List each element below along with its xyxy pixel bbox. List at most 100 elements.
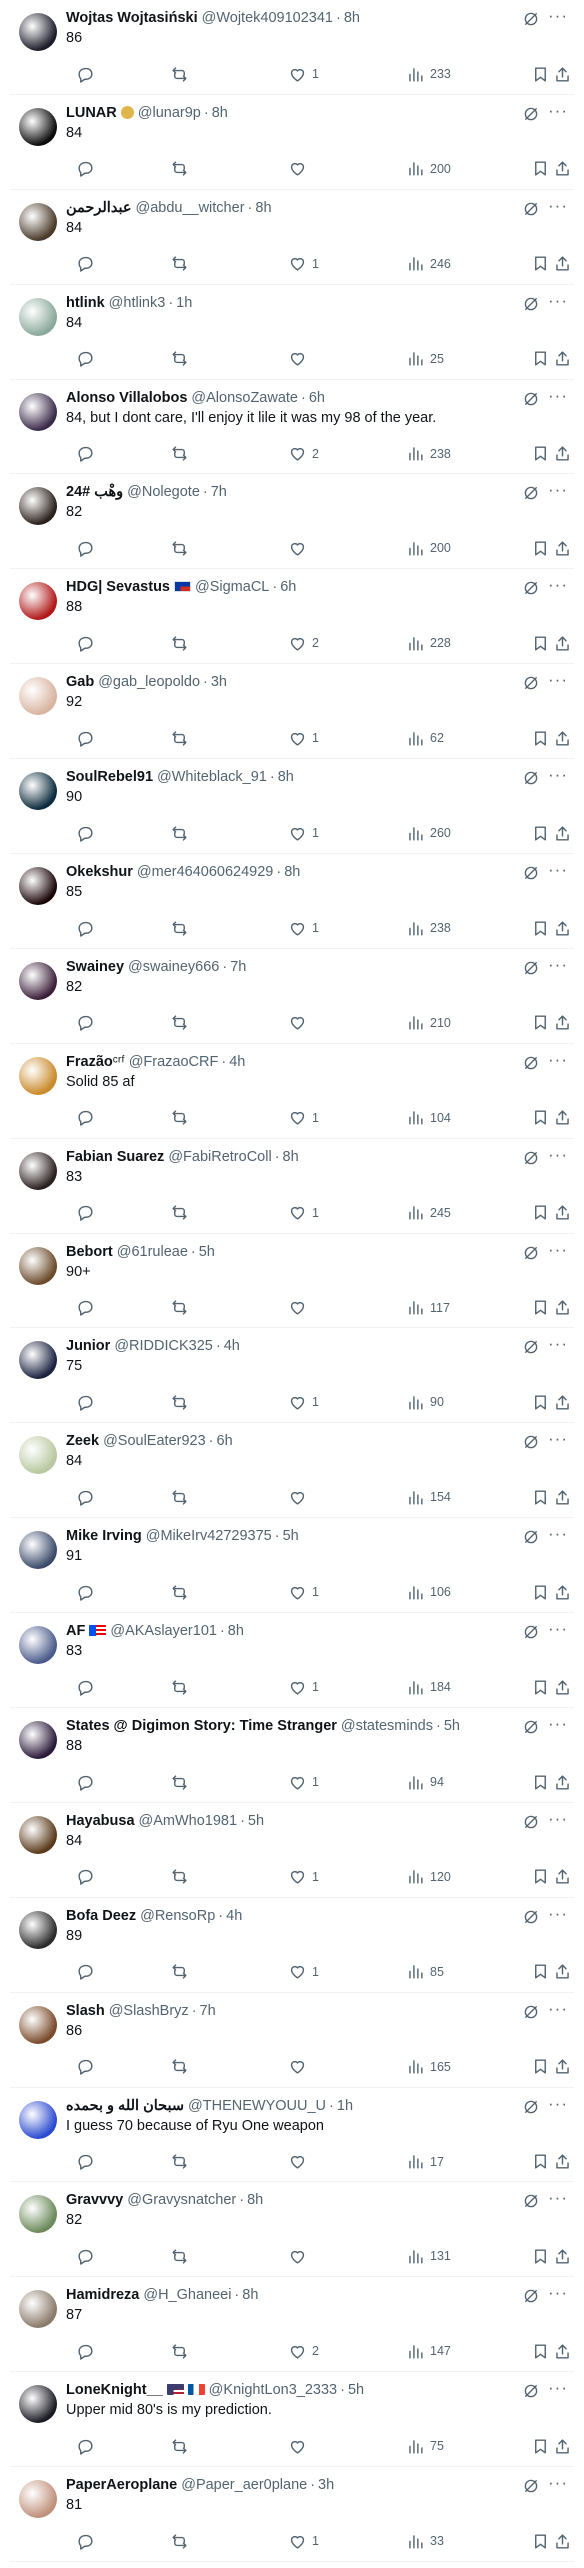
share-button[interactable] xyxy=(553,1486,572,1508)
tweet[interactable]: Frazãoᶜʳᶠ @FrazaoCRF · 4h ··· Solid 85 af xyxy=(10,1044,574,1139)
views-button[interactable]: 17 xyxy=(406,2151,444,2173)
grok-icon[interactable] xyxy=(522,2003,540,2021)
user-handle[interactable]: @KnightLon3_2333 xyxy=(209,2382,337,2398)
avatar[interactable] xyxy=(19,1721,57,1760)
retweet-button[interactable] xyxy=(170,1297,194,1319)
reply-button[interactable] xyxy=(76,1486,100,1508)
views-button[interactable]: 33 xyxy=(406,2530,444,2552)
tweet[interactable]: Junior @RIDDICK325 · 4h ··· 75 1 90 xyxy=(10,1328,574,1424)
avatar[interactable] xyxy=(19,1626,57,1665)
user-handle[interactable]: @RensoRp xyxy=(140,1908,215,1924)
views-button[interactable]: 184 xyxy=(406,1676,451,1698)
retweet-button[interactable] xyxy=(170,63,194,85)
views-button[interactable]: 75 xyxy=(406,2435,444,2457)
more-icon[interactable]: ··· xyxy=(548,386,568,406)
avatar[interactable] xyxy=(19,961,57,1000)
bookmark-button[interactable] xyxy=(531,1961,550,1983)
like-button[interactable] xyxy=(288,2151,312,2173)
avatar[interactable] xyxy=(19,582,57,621)
avatar[interactable] xyxy=(19,1246,57,1285)
grok-icon[interactable] xyxy=(522,769,540,787)
like-button[interactable]: 1 xyxy=(288,2530,319,2552)
like-button[interactable]: 1 xyxy=(288,727,319,749)
more-icon[interactable]: ··· xyxy=(548,6,568,26)
avatar[interactable] xyxy=(19,2290,57,2329)
timestamp[interactable]: 8h xyxy=(344,10,360,26)
reply-button[interactable] xyxy=(76,1676,100,1698)
bookmark-button[interactable] xyxy=(531,1107,550,1129)
timestamp[interactable]: 1h xyxy=(176,295,192,311)
views-button[interactable]: 25 xyxy=(406,348,444,370)
avatar[interactable] xyxy=(19,13,57,51)
reply-button[interactable] xyxy=(76,1391,100,1413)
reply-button[interactable] xyxy=(76,1581,100,1603)
retweet-button[interactable] xyxy=(170,1961,194,1983)
retweet-button[interactable] xyxy=(170,253,194,275)
bookmark-button[interactable] xyxy=(531,917,550,939)
user-handle[interactable]: @H_Ghaneei xyxy=(143,2287,231,2303)
like-button[interactable]: 1 xyxy=(288,1391,319,1413)
grok-icon[interactable] xyxy=(522,1623,540,1641)
bookmark-button[interactable] xyxy=(531,2340,550,2362)
user-handle[interactable]: @Wojtek409102341 xyxy=(202,10,333,26)
tweet[interactable]: Swainey @swainey666 · 7h ··· 82 210 xyxy=(10,949,574,1044)
user-handle[interactable]: @AmWho1981 xyxy=(139,1813,238,1829)
share-button[interactable] xyxy=(553,1012,572,1034)
timestamp[interactable]: 8h xyxy=(212,105,228,121)
tweet[interactable]: Okekshur @mer464060624929 · 8h ··· 85 1 … xyxy=(10,854,574,949)
timestamp[interactable]: 7h xyxy=(230,959,246,975)
tweet[interactable]: Bebort @61ruleae · 5h ··· 90+ 117 xyxy=(10,1234,574,1329)
bookmark-button[interactable] xyxy=(531,1012,550,1034)
reply-button[interactable] xyxy=(76,822,100,844)
retweet-button[interactable] xyxy=(170,1202,194,1224)
timestamp[interactable]: 4h xyxy=(224,1338,240,1354)
reply-button[interactable] xyxy=(76,443,100,465)
reply-button[interactable] xyxy=(76,348,100,370)
share-button[interactable] xyxy=(553,158,572,180)
bookmark-button[interactable] xyxy=(531,2151,550,2173)
more-icon[interactable]: ··· xyxy=(548,1999,568,2019)
bookmark-button[interactable] xyxy=(531,348,550,370)
reply-button[interactable] xyxy=(76,253,100,275)
tweet[interactable]: سبحان الله و بحمده @THENEWYOUU_U · 1h ··· I… xyxy=(10,2088,574,2183)
tweet[interactable]: Fabian Suarez@FabiRetroColl·8h ··· 83 xyxy=(10,1139,574,1234)
grok-icon[interactable] xyxy=(522,674,540,692)
views-button[interactable]: 245 xyxy=(406,1202,451,1224)
tweet[interactable]: عبدالرحمن @abdu__witcher · 8h ··· 84 1 2… xyxy=(10,190,574,285)
display-name[interactable]: Bofa Deez xyxy=(66,1908,136,1924)
views-button[interactable]: 131 xyxy=(406,2245,451,2267)
reply-button[interactable] xyxy=(76,537,100,559)
more-icon[interactable]: ··· xyxy=(548,2378,568,2398)
user-handle[interactable]: @Paper_aer0plane xyxy=(181,2477,307,2493)
share-button[interactable] xyxy=(553,253,572,275)
share-button[interactable] xyxy=(553,1581,572,1603)
display-name[interactable]: Gab xyxy=(66,674,94,690)
display-name[interactable]: Bebort xyxy=(66,1244,113,1260)
display-name[interactable]: عبدالرحمن xyxy=(66,200,131,216)
share-button[interactable] xyxy=(553,2245,572,2267)
share-button[interactable] xyxy=(553,2340,572,2362)
like-button[interactable]: 1 xyxy=(288,822,319,844)
like-button[interactable] xyxy=(288,2245,312,2267)
timestamp[interactable]: 3h xyxy=(211,674,227,690)
avatar[interactable] xyxy=(19,202,57,241)
more-icon[interactable]: ··· xyxy=(548,1334,568,1354)
grok-icon[interactable] xyxy=(522,1718,540,1736)
user-handle[interactable]: @FabiRetroColl xyxy=(168,1149,271,1165)
views-button[interactable]: 147 xyxy=(406,2340,451,2362)
reply-button[interactable] xyxy=(76,2056,100,2078)
retweet-button[interactable] xyxy=(170,443,194,465)
timestamp[interactable]: 5h xyxy=(348,2382,364,2398)
like-button[interactable] xyxy=(288,1012,312,1034)
views-button[interactable]: 233 xyxy=(406,63,451,85)
grok-icon[interactable] xyxy=(522,10,540,28)
share-button[interactable] xyxy=(553,2435,572,2457)
reply-button[interactable] xyxy=(76,917,100,939)
bookmark-button[interactable] xyxy=(531,253,550,275)
views-button[interactable]: 117 xyxy=(406,1297,450,1319)
more-icon[interactable]: ··· xyxy=(548,1809,568,1829)
tweet[interactable]: PaperAeroplane @Paper_aer0plane · 3h ··· 81 xyxy=(10,2467,574,2563)
user-handle[interactable]: @swainey666 xyxy=(128,959,219,975)
avatar[interactable] xyxy=(19,2100,57,2139)
avatar[interactable] xyxy=(19,2480,57,2519)
